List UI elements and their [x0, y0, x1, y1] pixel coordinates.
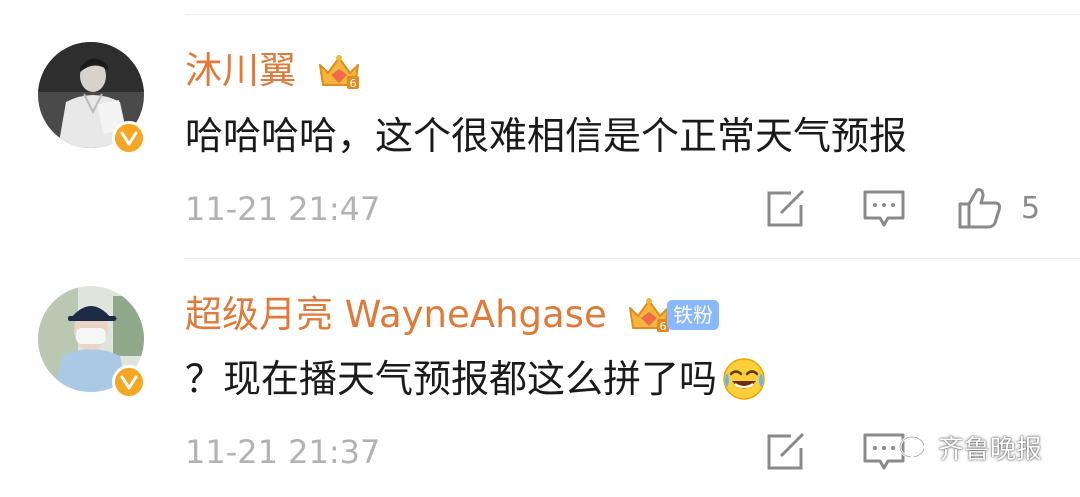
verified-badge — [112, 121, 146, 155]
top-divider — [185, 14, 1080, 15]
verified-v-icon — [120, 131, 138, 146]
comment-icon[interactable] — [862, 189, 906, 233]
level-number: 6 — [660, 320, 667, 333]
comment-text-row: ？现在播天气预报都这么拼了吗 — [185, 356, 767, 402]
comment-text: 哈哈哈哈，这个很难相信是个正常天气预报 — [185, 114, 908, 158]
like-icon[interactable] — [957, 186, 1003, 234]
crown-level-icon: 6 — [317, 53, 361, 95]
comment-text: ？现在播天气预报都这么拼了吗 — [185, 357, 718, 401]
wechat-logo-icon — [897, 433, 935, 471]
crown-level-icon: 6 — [627, 296, 671, 338]
level-number: 6 — [350, 77, 357, 90]
username[interactable]: 超级月亮 WayneAhgase — [185, 293, 607, 337]
repost-icon[interactable] — [765, 189, 807, 233]
verified-badge — [112, 365, 146, 399]
comment-time: 11-21 21:37 — [185, 433, 381, 471]
like-count: 5 — [1021, 191, 1041, 226]
fan-badge: 铁粉 — [667, 300, 719, 330]
verified-v-icon — [120, 375, 138, 390]
watermark-text: 齐鲁晚报 — [938, 435, 1043, 465]
laugh-cry-emoji — [721, 356, 767, 402]
comment-divider — [185, 258, 1080, 259]
repost-icon[interactable] — [765, 432, 807, 476]
comment-time: 11-21 21:47 — [185, 190, 381, 228]
username[interactable]: 沐川翼 — [185, 49, 296, 93]
